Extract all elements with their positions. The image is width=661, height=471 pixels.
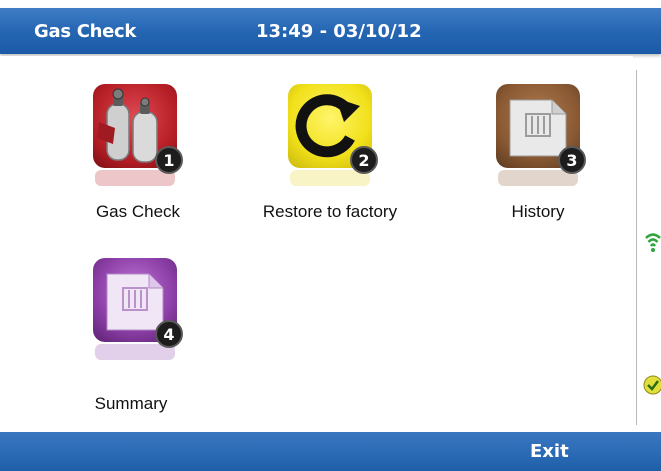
summary-icon: 4 — [93, 258, 183, 362]
tile-label-summary: Summary — [94, 394, 168, 413]
app-title: Gas Check — [34, 21, 137, 42]
badge-1: 1 — [155, 146, 183, 174]
history-icon: 3 — [496, 84, 586, 188]
tile-label-restore: Restore to factory — [262, 202, 398, 221]
gas-cylinders-icon: 1 — [93, 84, 183, 188]
tile-label-gas-check: Gas Check — [95, 202, 181, 221]
tile-history[interactable]: 3 History — [446, 84, 626, 264]
datetime-display: 13:49 - 03/10/12 — [256, 21, 422, 42]
tile-summary[interactable]: 4 Summary — [43, 258, 223, 438]
exit-button[interactable]: Exit — [530, 441, 569, 462]
badge-4: 4 — [155, 320, 183, 348]
check-icon — [643, 375, 661, 395]
header-bar: Gas Check 13:49 - 03/10/12 — [0, 8, 661, 54]
tile-label-history: History — [511, 202, 565, 221]
tile-restore-to-factory[interactable]: 2 Restore to factory — [238, 84, 418, 264]
footer-bar: Exit — [0, 432, 661, 471]
tile-gas-check[interactable]: 1 Gas Check — [43, 84, 223, 264]
badge-3: 3 — [558, 146, 586, 174]
restore-icon: 2 — [288, 84, 378, 188]
badge-2: 2 — [350, 146, 378, 174]
top-strip — [0, 0, 661, 8]
wifi-icon — [644, 230, 661, 256]
main-area: 1 Gas Check 2 Restore to factory 3 Histo… — [0, 56, 633, 430]
